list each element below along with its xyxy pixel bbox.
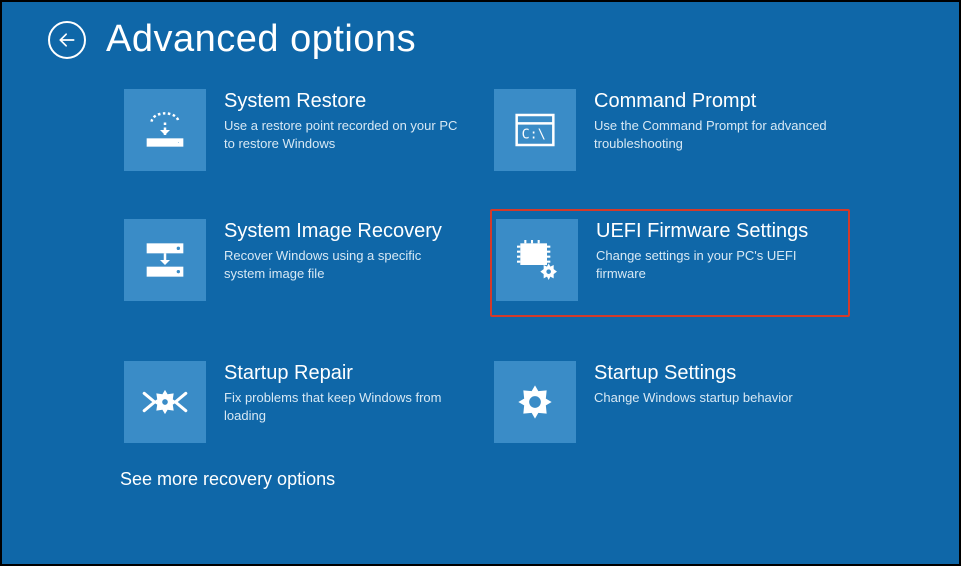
tile-title: Startup Repair [224, 361, 464, 385]
tile-desc: Fix problems that keep Windows from load… [224, 389, 464, 424]
tile-desc: Recover Windows using a specific system … [224, 247, 464, 282]
tile-desc: Change Windows startup behavior [594, 389, 793, 407]
page-title: Advanced options [106, 18, 416, 61]
tile-startup-settings[interactable]: Startup Settings Change Windows startup … [490, 357, 850, 447]
tile-command-prompt[interactable]: C:\ Command Prompt Use the Command Promp… [490, 85, 850, 175]
tile-desc: Use the Command Prompt for advanced trou… [594, 117, 834, 152]
system-restore-icon [124, 89, 206, 171]
tile-system-restore[interactable]: System Restore Use a restore point recor… [120, 85, 480, 175]
command-prompt-icon: C:\ [494, 89, 576, 171]
startup-settings-icon [494, 361, 576, 443]
page-header: Advanced options [2, 2, 959, 61]
tile-text: UEFI Firmware Settings Change settings i… [596, 219, 836, 282]
system-image-recovery-icon [124, 219, 206, 301]
tile-text: Startup Repair Fix problems that keep Wi… [224, 361, 464, 424]
back-button[interactable] [48, 21, 86, 59]
tile-text: System Restore Use a restore point recor… [224, 89, 464, 152]
tile-text: Startup Settings Change Windows startup … [594, 361, 793, 407]
tile-title: UEFI Firmware Settings [596, 219, 836, 243]
uefi-firmware-icon [496, 219, 578, 301]
tile-desc: Use a restore point recorded on your PC … [224, 117, 464, 152]
svg-text:C:\: C:\ [522, 127, 546, 142]
tile-startup-repair[interactable]: Startup Repair Fix problems that keep Wi… [120, 357, 480, 447]
arrow-left-icon [57, 30, 77, 50]
tile-title: System Image Recovery [224, 219, 464, 243]
tile-title: System Restore [224, 89, 464, 113]
see-more-recovery-options-link[interactable]: See more recovery options [2, 447, 959, 490]
tile-text: Command Prompt Use the Command Prompt fo… [594, 89, 834, 152]
startup-repair-icon [124, 361, 206, 443]
tile-uefi-firmware-settings[interactable]: UEFI Firmware Settings Change settings i… [490, 209, 850, 317]
tile-title: Command Prompt [594, 89, 834, 113]
tile-title: Startup Settings [594, 361, 793, 385]
tile-text: System Image Recovery Recover Windows us… [224, 219, 464, 282]
tile-desc: Change settings in your PC's UEFI firmwa… [596, 247, 836, 282]
options-grid: System Restore Use a restore point recor… [2, 61, 959, 447]
tile-system-image-recovery[interactable]: System Image Recovery Recover Windows us… [120, 215, 480, 317]
